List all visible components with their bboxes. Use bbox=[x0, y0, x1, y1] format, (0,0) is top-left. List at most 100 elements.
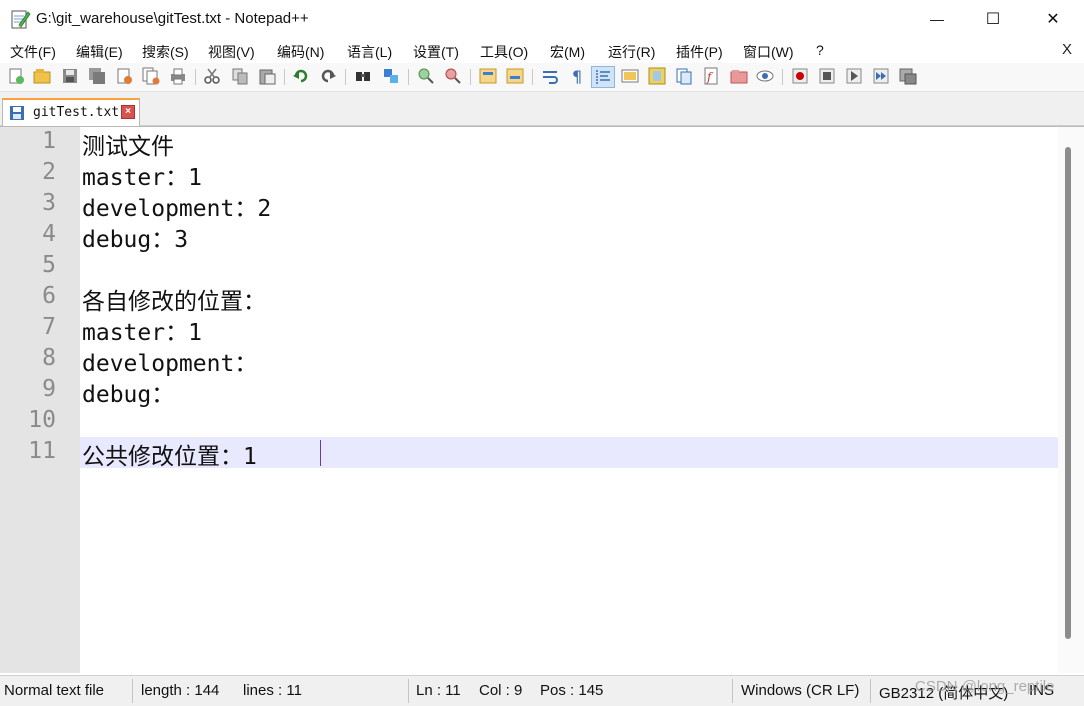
code-line: 各自修改的位置： bbox=[82, 289, 266, 315]
function-list-icon[interactable]: f bbox=[702, 67, 720, 85]
line-number: 4 bbox=[42, 221, 56, 247]
print-icon[interactable] bbox=[169, 67, 187, 85]
status-separator bbox=[408, 679, 409, 703]
menu-run[interactable]: 运行(R) bbox=[608, 42, 655, 62]
save-icon[interactable] bbox=[61, 67, 79, 85]
find-icon[interactable] bbox=[354, 67, 372, 85]
toolbar-separator bbox=[345, 69, 346, 85]
menu-language[interactable]: 语言(L) bbox=[347, 42, 392, 62]
status-separator bbox=[870, 679, 871, 703]
undo-icon[interactable] bbox=[292, 67, 310, 85]
monitoring-eye-icon[interactable] bbox=[756, 67, 774, 85]
copy-icon[interactable] bbox=[231, 67, 249, 85]
code-line: development： bbox=[82, 351, 258, 377]
doc-list-icon[interactable] bbox=[675, 67, 693, 85]
status-file-type: Normal text file bbox=[4, 682, 105, 699]
show-all-chars-icon[interactable]: ¶ bbox=[568, 67, 586, 85]
menu-file[interactable]: 文件(F) bbox=[10, 42, 56, 62]
toolbar: ¶ f bbox=[0, 63, 1084, 92]
status-pos: Pos : 145 bbox=[540, 682, 604, 699]
toolbar-separator bbox=[532, 69, 533, 85]
toolbar-separator bbox=[284, 69, 285, 85]
open-file-icon[interactable] bbox=[33, 67, 51, 85]
menu-tools[interactable]: 工具(O) bbox=[480, 42, 528, 62]
menu-settings[interactable]: 设置(T) bbox=[413, 42, 459, 62]
saved-file-icon bbox=[10, 106, 24, 120]
tab-bar: gitTest.txt × bbox=[0, 92, 1084, 126]
close-window-button[interactable]: ✕ bbox=[1030, 0, 1076, 38]
replace-icon[interactable] bbox=[382, 67, 400, 85]
paste-icon[interactable] bbox=[258, 67, 276, 85]
menu-window[interactable]: 窗口(W) bbox=[743, 42, 794, 62]
tab-gittest[interactable]: gitTest.txt × bbox=[2, 98, 140, 126]
minimize-button[interactable]: — bbox=[914, 0, 960, 38]
status-eol[interactable]: Windows (CR LF) bbox=[741, 682, 859, 699]
status-separator bbox=[132, 679, 133, 703]
status-length: length : 144 bbox=[141, 682, 220, 699]
menu-encoding[interactable]: 编码(N) bbox=[277, 42, 324, 62]
redo-icon[interactable] bbox=[319, 67, 337, 85]
menu-view[interactable]: 视图(V) bbox=[208, 42, 255, 62]
line-number: 2 bbox=[42, 159, 56, 185]
new-file-icon[interactable] bbox=[7, 67, 25, 85]
line-number: 7 bbox=[42, 314, 56, 340]
doc-map-icon[interactable] bbox=[648, 67, 666, 85]
menu-search[interactable]: 搜索(S) bbox=[142, 42, 189, 62]
code-line: development：2 bbox=[82, 196, 272, 222]
cut-icon[interactable] bbox=[203, 67, 221, 85]
maximize-button[interactable]: ☐ bbox=[970, 0, 1016, 38]
line-number: 10 bbox=[28, 407, 56, 433]
close-document-button[interactable]: X bbox=[1062, 41, 1072, 58]
stop-macro-icon[interactable] bbox=[818, 67, 836, 85]
code-line: debug：3 bbox=[82, 227, 189, 253]
tab-close-icon[interactable]: × bbox=[121, 105, 135, 119]
text-editor[interactable]: 1 2 3 4 5 6 7 8 9 10 11 测试文件 master：1 de… bbox=[0, 126, 1084, 673]
sync-vertical-icon[interactable] bbox=[479, 67, 497, 85]
udl-icon[interactable] bbox=[621, 67, 639, 85]
status-ln: Ln : 11 bbox=[416, 682, 461, 699]
save-all-icon[interactable] bbox=[88, 67, 106, 85]
run-macro-multiple-icon[interactable] bbox=[872, 67, 890, 85]
line-number: 11 bbox=[28, 438, 56, 464]
word-wrap-icon[interactable] bbox=[541, 67, 559, 85]
line-number: 1 bbox=[42, 128, 56, 154]
watermark: CSDN @long_reptile bbox=[915, 678, 1055, 695]
menu-edit[interactable]: 编辑(E) bbox=[76, 42, 123, 62]
svg-text:¶: ¶ bbox=[572, 67, 582, 85]
line-number: 6 bbox=[42, 283, 56, 309]
menu-help[interactable]: ? bbox=[816, 42, 824, 58]
code-line: 公共修改位置：1 bbox=[82, 444, 257, 470]
menu-plugins[interactable]: 插件(P) bbox=[676, 42, 723, 62]
zoom-out-icon[interactable] bbox=[444, 67, 462, 85]
line-number: 5 bbox=[42, 252, 56, 278]
zoom-in-icon[interactable] bbox=[417, 67, 435, 85]
status-lines: lines : 11 bbox=[243, 682, 302, 699]
title-bar: G:\git_warehouse\gitTest.txt - Notepad++… bbox=[0, 0, 1084, 38]
vertical-scrollbar[interactable] bbox=[1058, 127, 1084, 673]
line-number-gutter: 1 2 3 4 5 6 7 8 9 10 11 bbox=[0, 127, 80, 673]
status-bar: Normal text file length : 144 lines : 11… bbox=[0, 675, 1084, 706]
sync-horizontal-icon[interactable] bbox=[506, 67, 524, 85]
menu-macro[interactable]: 宏(M) bbox=[550, 42, 585, 62]
folder-workspace-icon[interactable] bbox=[730, 67, 748, 85]
close-file-icon[interactable] bbox=[115, 67, 133, 85]
toolbar-separator bbox=[408, 69, 409, 85]
scrollbar-thumb[interactable] bbox=[1065, 147, 1071, 639]
code-line: 测试文件 bbox=[82, 134, 174, 160]
code-line: master：1 bbox=[82, 165, 202, 191]
toolbar-separator bbox=[470, 69, 471, 85]
line-number: 8 bbox=[42, 345, 56, 371]
menu-bar: 文件(F) 编辑(E) 搜索(S) 视图(V) 编码(N) 语言(L) 设置(T… bbox=[0, 38, 1084, 62]
close-icon: ✕ bbox=[1046, 11, 1060, 28]
toolbar-separator bbox=[195, 69, 196, 85]
text-caret bbox=[320, 440, 321, 466]
toolbar-separator bbox=[782, 69, 783, 85]
line-number: 9 bbox=[42, 376, 56, 402]
record-macro-icon[interactable] bbox=[791, 67, 809, 85]
code-line: debug： bbox=[82, 382, 175, 408]
close-all-icon[interactable] bbox=[142, 67, 160, 85]
play-macro-icon[interactable] bbox=[845, 67, 863, 85]
save-macro-icon[interactable] bbox=[899, 67, 917, 85]
code-line: master：1 bbox=[82, 320, 202, 346]
indent-guide-icon[interactable] bbox=[591, 66, 615, 88]
